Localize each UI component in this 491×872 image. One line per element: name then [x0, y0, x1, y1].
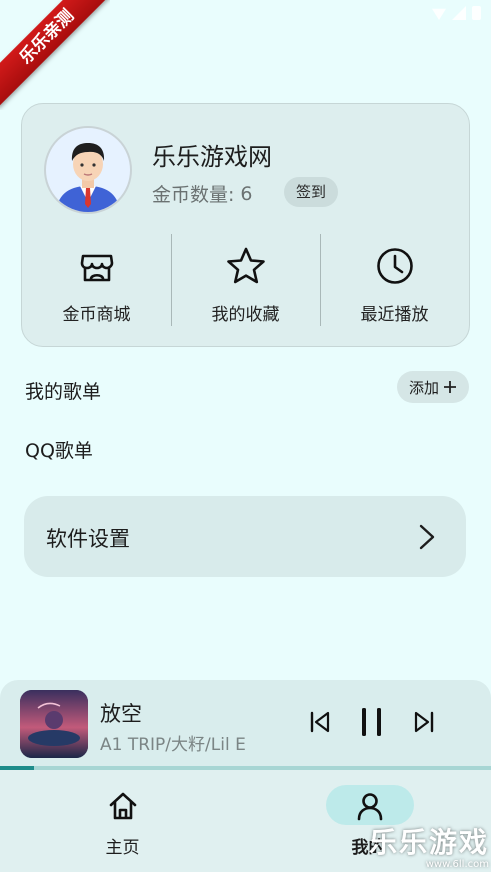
coin-count-label: 金币数量:	[152, 184, 235, 206]
battery-icon	[472, 6, 481, 20]
add-playlist-button[interactable]: 添加	[397, 371, 469, 403]
album-cover-art	[20, 690, 88, 758]
checkin-button[interactable]: 签到	[284, 177, 339, 207]
playlists-title: 我的歌单	[25, 381, 102, 403]
track-title: 放空	[100, 702, 142, 726]
album-cover[interactable]	[20, 690, 88, 758]
watermark-url: www.6ll.com	[425, 859, 489, 870]
track-artist: A1 TRIP/大籽/Lil E	[100, 735, 246, 755]
settings-row[interactable]: 软件设置	[24, 496, 466, 577]
divider	[171, 234, 172, 326]
coin-count: 金币数量: 6	[152, 180, 253, 207]
person-icon	[357, 793, 383, 821]
home-icon	[109, 792, 137, 820]
quick-action-label: 最近播放	[360, 305, 429, 325]
watermark: 乐乐游戏 www.6ll.com	[368, 826, 489, 871]
avatar-person-icon	[56, 143, 120, 212]
ribbon-text: 乐乐亲测	[0, 0, 110, 108]
store-icon	[80, 254, 113, 282]
add-playlist-label: 添加	[408, 378, 439, 397]
corner-ribbon: 乐乐亲测	[0, 0, 110, 110]
signal-icon	[452, 6, 466, 20]
username: 乐乐游戏网	[152, 143, 272, 171]
nav-home-label: 主页	[105, 838, 140, 858]
quick-action-recent[interactable]: 最近播放	[320, 234, 469, 329]
coin-count-value: 6	[240, 182, 253, 205]
previous-track-icon[interactable]	[308, 710, 332, 734]
divider	[320, 234, 321, 326]
playlist-item[interactable]: QQ歌单	[25, 436, 93, 463]
wifi-icon	[432, 8, 446, 20]
mini-player[interactable]: 放空 A1 TRIP/大籽/Lil E	[0, 680, 491, 768]
status-bar-icons	[432, 6, 481, 20]
quick-action-label: 我的收藏	[211, 305, 280, 325]
quick-action-coin-store[interactable]: 金币商城	[22, 234, 171, 329]
chevron-right-icon	[419, 524, 435, 550]
star-icon	[226, 247, 265, 284]
profile-card: 乐乐游戏网 金币数量: 6 签到 金币商城 我的收藏 最近播放	[21, 103, 470, 347]
quick-actions: 金币商城 我的收藏 最近播放	[22, 234, 469, 329]
avatar[interactable]	[44, 126, 132, 214]
quick-action-favorites[interactable]: 我的收藏	[171, 234, 320, 329]
next-track-icon[interactable]	[412, 710, 436, 734]
clock-icon	[376, 248, 413, 284]
settings-label: 软件设置	[46, 527, 130, 551]
pause-icon[interactable]	[358, 706, 386, 738]
plus-icon	[444, 381, 456, 393]
watermark-text: 乐乐游戏	[368, 826, 489, 859]
quick-action-label: 金币商城	[62, 305, 131, 325]
nav-home[interactable]: 主页	[0, 770, 245, 872]
